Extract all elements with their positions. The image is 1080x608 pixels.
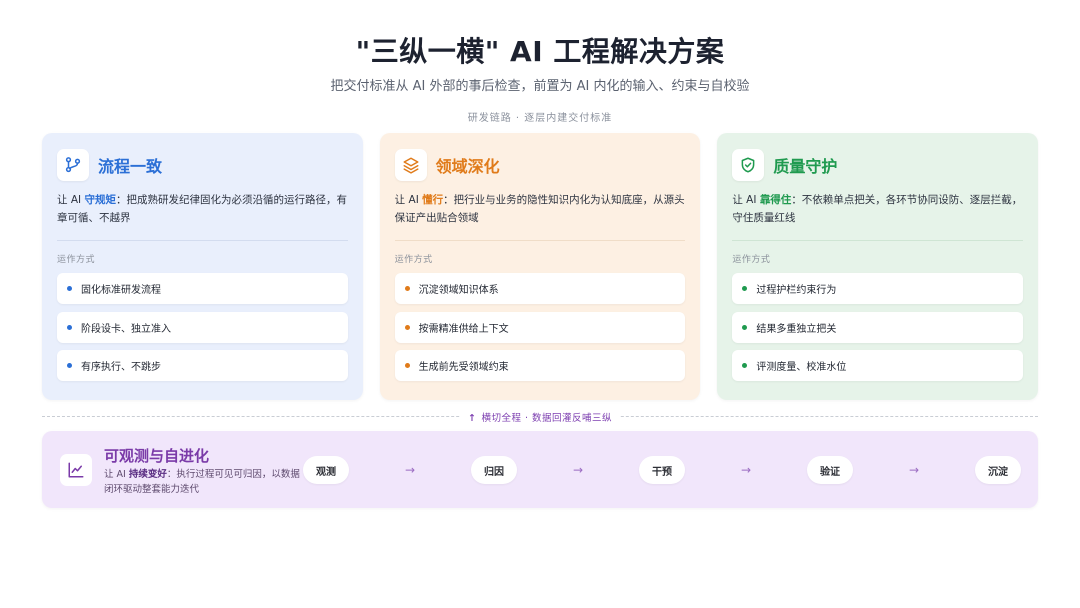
item-label: 固化标准研发流程 (81, 285, 161, 296)
desc-keyword: 守规矩 (84, 194, 116, 206)
desc-prefix: 让 AI (104, 469, 129, 480)
list-item: 沉淀领域知识体系 (394, 273, 686, 304)
step-intervene: 干预 (639, 456, 685, 484)
line-chart-icon (60, 454, 92, 486)
panel-title: 可观测与自进化 (104, 447, 210, 465)
divider (394, 240, 686, 241)
observability-panel: 可观测与自进化 让 AI 持续变好：执行过程可见可归因，以数据闭环驱动整套能力迭… (42, 431, 1038, 508)
item-list: 沉淀领域知识体系 按需精准供给上下文 生成前先受领域约束 (394, 273, 686, 381)
arrow-up-icon: ↑ (467, 413, 477, 424)
divider (57, 240, 348, 241)
card-quality-guard: 质量守护 让 AI 靠得住：不依赖单点把关，各环节协同设防、逐层拦截，守住质量红… (717, 133, 1039, 400)
item-list: 固化标准研发流程 阶段设卡、独立准入 有序执行、不跳步 (57, 273, 348, 381)
divider (732, 240, 1024, 241)
card-title: 流程一致 (98, 157, 163, 176)
bullet-dot (404, 324, 410, 330)
item-label: 有序执行、不跳步 (81, 362, 161, 373)
step-attribute: 归因 (471, 456, 517, 484)
bullet-dot (404, 286, 410, 291)
bullet-dot (67, 363, 72, 368)
list-item: 过程护栏约束行为 (732, 273, 1024, 304)
step-verify: 验证 (807, 456, 853, 484)
card-domain-deepening: 领域深化 让 AI 懂行：把行业与业务的隐性知识内化为认知底座，从源头保证产出贴… (379, 133, 701, 400)
card-process-consistency: 流程一致 让 AI 守规矩：把成熟研发纪律固化为必须沿循的运行路径，有章可循、不… (42, 133, 363, 400)
card-header: 流程一致 (57, 149, 348, 181)
item-list: 过程护栏约束行为 结果多重独立把关 评测度量、校准水位 (732, 273, 1024, 381)
list-item: 固化标准研发流程 (57, 273, 348, 304)
item-label: 生成前先受领域约束 (418, 362, 509, 373)
crosscut-divider: ↑ 横切全程 · 数据回灌反哺三纵 (42, 410, 1038, 424)
item-label: 评测度量、校准水位 (756, 362, 847, 373)
desc-keyword: 持续变好 (128, 469, 167, 480)
list-item: 结果多重独立把关 (732, 311, 1024, 343)
step-consolidate: 沉淀 (975, 456, 1021, 484)
bullet-dot (742, 363, 748, 368)
item-label: 沉淀领域知识体系 (418, 285, 499, 296)
pillar-cards: 流程一致 让 AI 守规矩：把成熟研发纪律固化为必须沿循的运行路径，有章可循、不… (42, 133, 1039, 400)
panel-description: 让 AI 持续变好：执行过程可见可归因，以数据闭环驱动整套能力迭代 (104, 467, 300, 497)
list-item: 有序执行、不跳步 (57, 350, 348, 381)
card-description: 让 AI 懂行：把行业与业务的隐性知识内化为认知底座，从源头保证产出贴合领域 (395, 191, 686, 227)
item-label: 结果多重独立把关 (756, 323, 837, 335)
page-subtitle: 把交付标准从 AI 外部的事后检查，前置为 AI 内化的输入、约束与自校验 (330, 79, 750, 94)
loop-steps: 观测 → 归因 → 干预 → 验证 → 沉淀 (303, 456, 1021, 484)
section-label: 研发链路 · 逐层内建交付标准 (467, 113, 613, 124)
desc-prefix: 让 AI (57, 194, 85, 206)
desc-prefix: 让 AI (394, 194, 423, 206)
mode-label: 运作方式 (732, 255, 771, 265)
page-title: "三纵一横" AI 工程解决方案 (355, 35, 725, 68)
desc-keyword: 懂行 (422, 194, 444, 206)
mode-label: 运作方式 (394, 255, 433, 265)
git-branch-icon (57, 149, 89, 181)
card-title: 质量守护 (773, 157, 838, 176)
crosscut-label: ↑ 横切全程 · 数据回灌反哺三纵 (459, 410, 621, 424)
shield-check-icon (732, 149, 765, 181)
bullet-dot (404, 363, 410, 368)
bullet-dot (67, 324, 72, 330)
card-description: 让 AI 靠得住：不依赖单点把关，各环节协同设防、逐层拦截，守住质量红线 (732, 191, 1023, 227)
card-header: 质量守护 (732, 149, 1023, 181)
arrow-right-icon: → (740, 463, 752, 477)
arrow-right-icon: → (404, 463, 416, 477)
list-item: 评测度量、校准水位 (732, 350, 1024, 381)
desc-keyword: 靠得住 (759, 194, 792, 206)
bullet-dot (67, 286, 72, 291)
item-label: 过程护栏约束行为 (756, 285, 837, 296)
card-header: 领域深化 (394, 149, 686, 181)
layers-icon (394, 149, 427, 181)
bullet-dot (742, 286, 748, 291)
step-observe: 观测 (303, 456, 349, 484)
item-label: 按需精准供给上下文 (418, 323, 509, 335)
arrow-right-icon: → (572, 463, 584, 477)
list-item: 生成前先受领域约束 (394, 350, 686, 381)
list-item: 阶段设卡、独立准入 (57, 311, 348, 343)
desc-prefix: 让 AI (732, 194, 760, 206)
mode-label: 运作方式 (57, 255, 96, 265)
item-label: 阶段设卡、独立准入 (81, 323, 171, 335)
list-item: 按需精准供给上下文 (394, 311, 686, 343)
arrow-right-icon: → (908, 463, 920, 477)
crosscut-text: 横切全程 · 数据回灌反哺三纵 (481, 413, 613, 424)
card-title: 领域深化 (435, 157, 500, 176)
card-description: 让 AI 守规矩：把成熟研发纪律固化为必须沿循的运行路径，有章可循、不越界 (57, 191, 348, 227)
bullet-dot (742, 324, 748, 330)
